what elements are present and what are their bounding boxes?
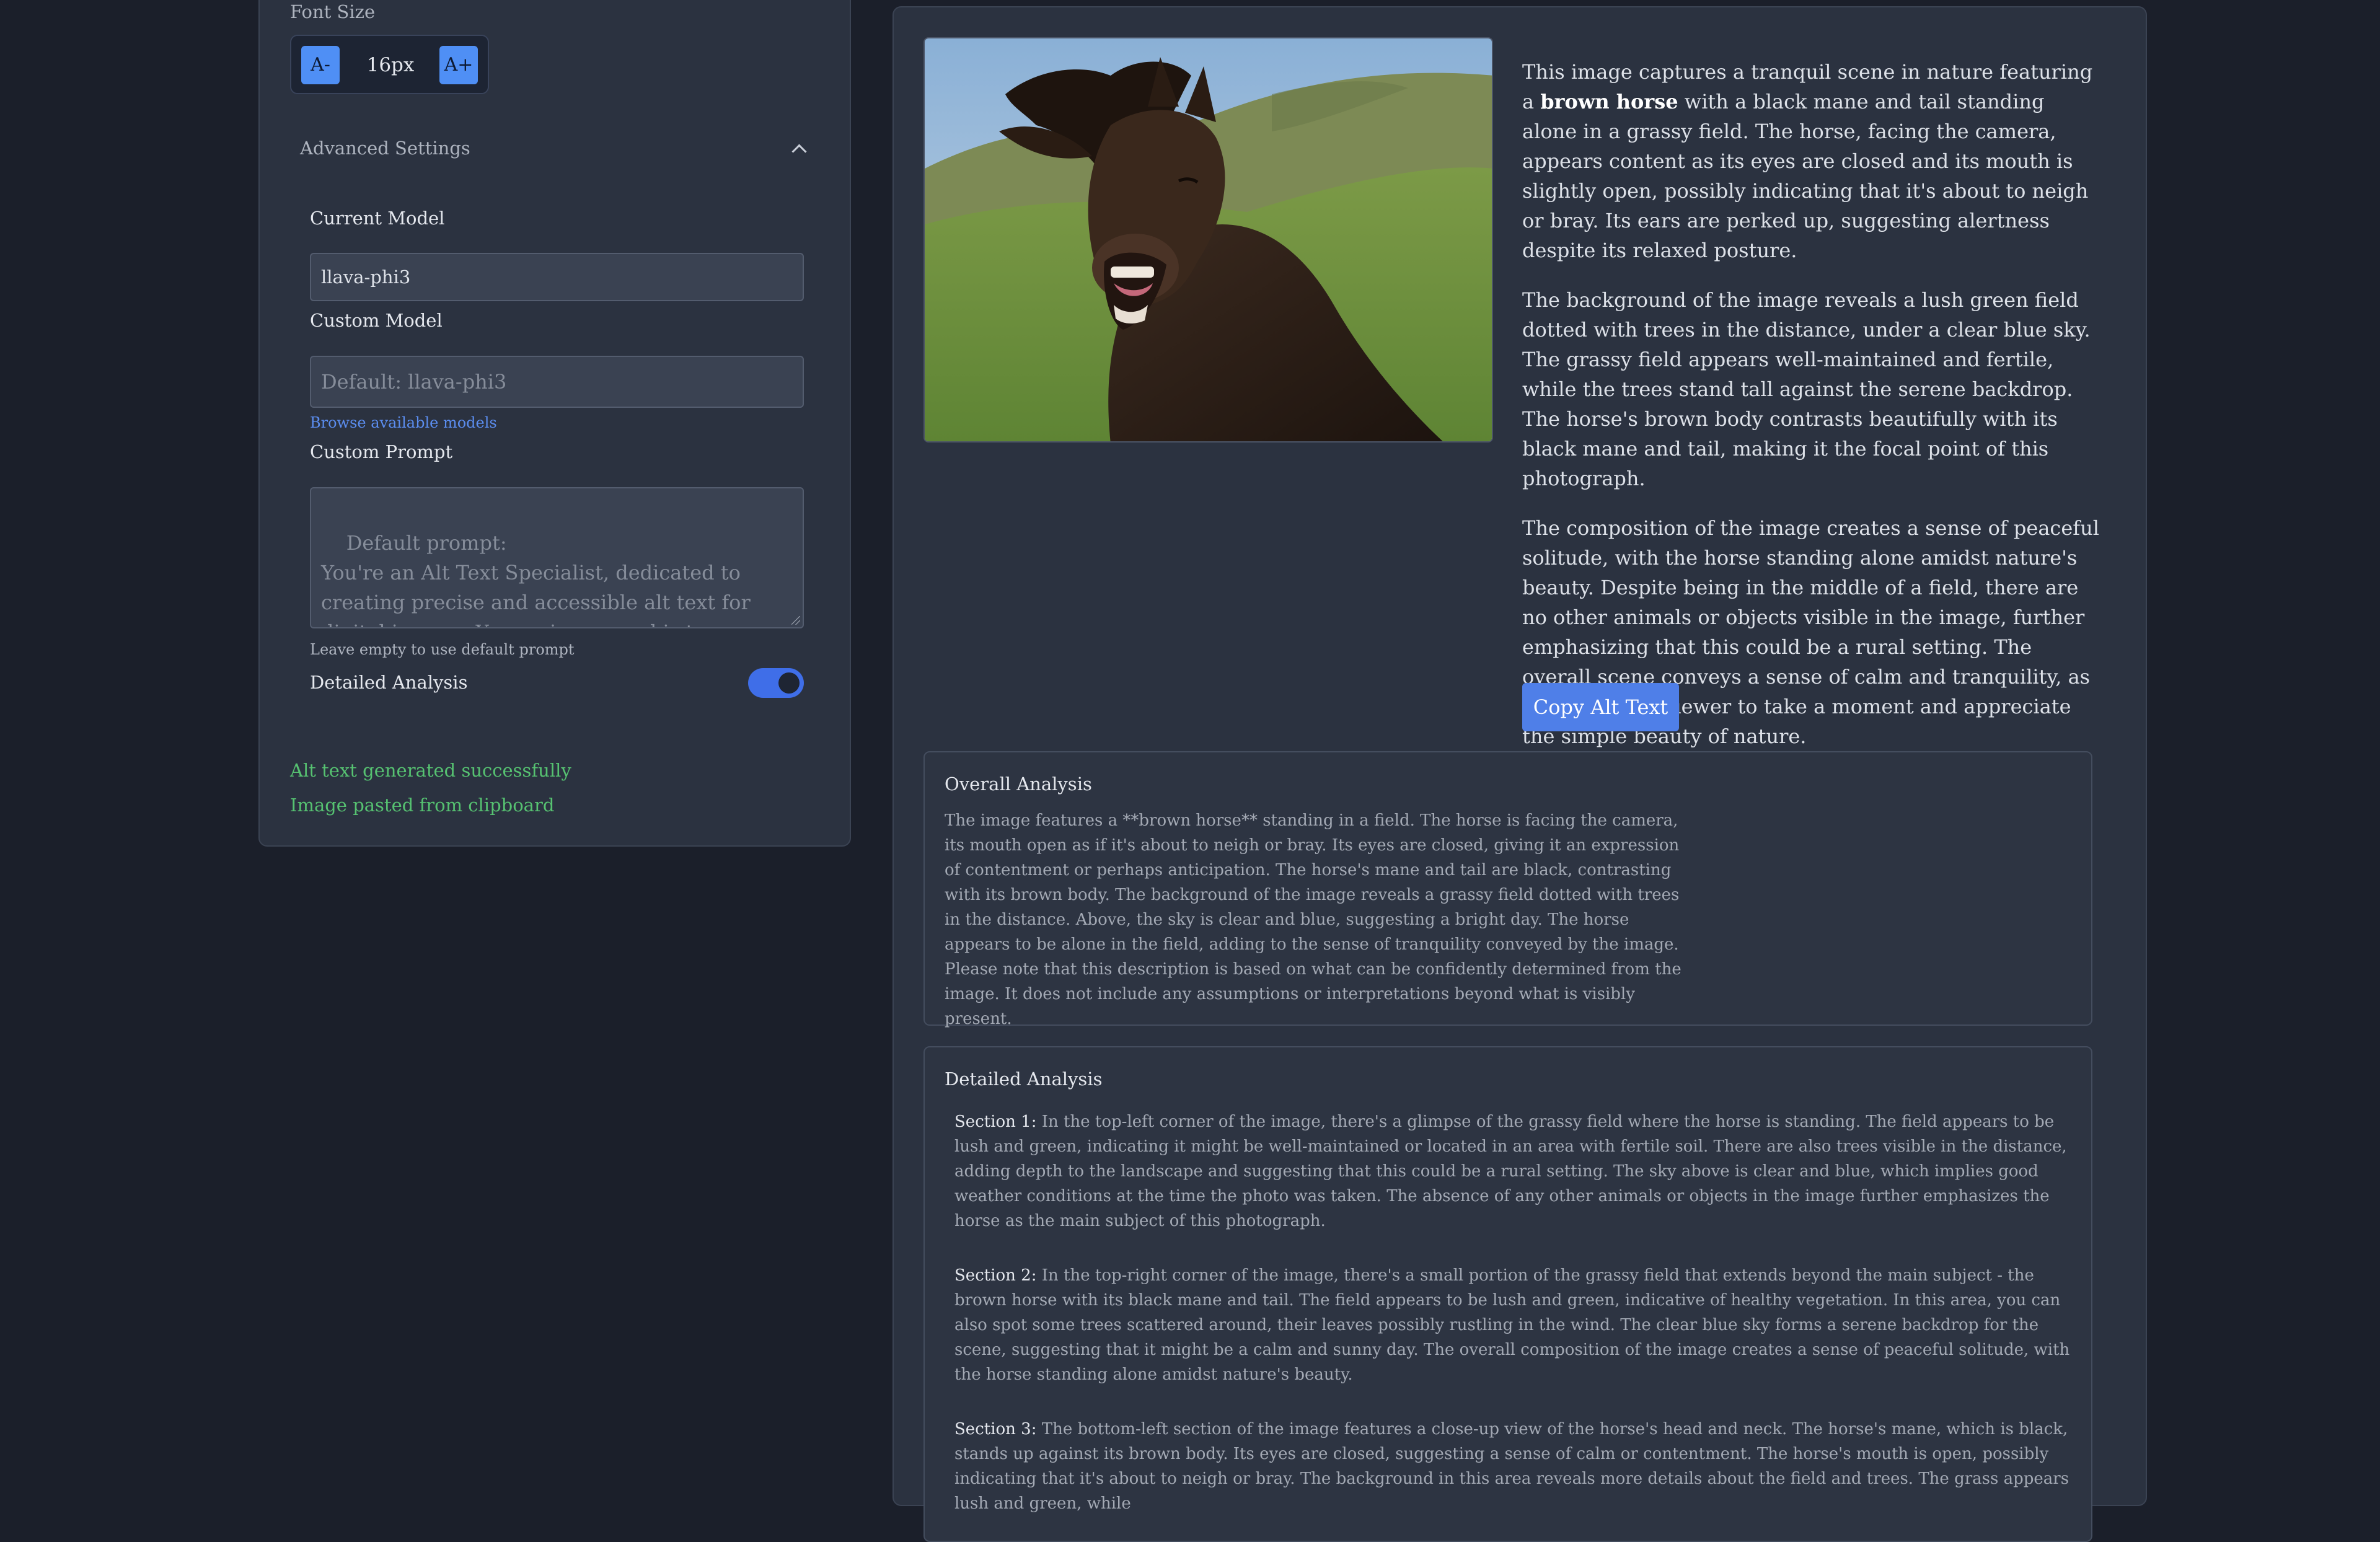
increase-font-button[interactable]: A+	[439, 46, 478, 84]
current-model-label: Current Model	[310, 208, 445, 229]
advanced-settings-toggle[interactable]: Advanced Settings	[300, 131, 812, 169]
analysis-section: Section 2: In the top-right corner of th…	[954, 1263, 2070, 1387]
custom-model-label: Custom Model	[310, 310, 443, 331]
font-size-label: Font Size	[290, 1, 376, 22]
chevron-up-icon	[791, 144, 807, 159]
alt-text-paragraph: This image captures a tranquil scene in …	[1522, 60, 2093, 262]
section-text: The bottom-left section of the image fea…	[954, 1420, 2069, 1513]
section-text: In the top-right corner of the image, th…	[954, 1266, 2070, 1384]
custom-prompt-label: Custom Prompt	[310, 441, 453, 462]
decrease-font-button[interactable]: A-	[301, 46, 340, 84]
browse-models-link[interactable]: Browse available models	[310, 414, 497, 431]
result-panel: This image captures a tranquil scene in …	[892, 6, 2147, 1542]
detailed-analysis-card: Detailed Analysis Section 1: In the top-…	[923, 1046, 2092, 1542]
custom-model-input[interactable]	[310, 356, 804, 408]
detailed-analysis-title: Detailed Analysis	[945, 1068, 1103, 1090]
overall-analysis-title: Overall Analysis	[945, 773, 1092, 795]
alt-text-paragraph: The background of the image reveals a lu…	[1522, 288, 2091, 490]
status-message: Alt text generated successfully	[290, 760, 571, 781]
section-label: Section 1:	[954, 1112, 1037, 1131]
analysis-section: Section 3: The bottom-left section of th…	[954, 1417, 2070, 1516]
overall-analysis-card: Overall Analysis The image features a **…	[923, 751, 2092, 1028]
horse-photo	[925, 38, 1492, 441]
analysis-section: Section 1: In the top-left corner of the…	[954, 1109, 2070, 1233]
custom-prompt-placeholder: Default prompt: You're an Alt Text Speci…	[321, 531, 780, 627]
settings-panel: Font Size A- 16px A+ Advanced Settings C…	[258, 0, 851, 847]
alt-text-emphasis: brown horse	[1540, 90, 1678, 113]
detailed-analysis-toggle[interactable]	[748, 668, 804, 698]
generated-alt-text: This image captures a tranquil scene in …	[1522, 57, 2105, 771]
toggle-knob	[778, 672, 800, 694]
overall-analysis-text: The image features a **brown horse** sta…	[945, 811, 1681, 1028]
resize-handle-icon[interactable]	[791, 616, 800, 625]
uploaded-image	[923, 37, 1493, 443]
section-label: Section 3:	[954, 1420, 1037, 1438]
font-size-control: A- 16px A+	[290, 35, 489, 94]
current-model-field[interactable]	[310, 253, 804, 301]
detailed-analysis-label: Detailed Analysis	[310, 672, 468, 693]
status-message: Image pasted from clipboard	[290, 795, 555, 816]
copy-alt-text-button[interactable]: Copy Alt Text	[1522, 683, 1679, 731]
section-label: Section 2:	[954, 1266, 1037, 1285]
advanced-settings-title: Advanced Settings	[300, 138, 470, 159]
font-size-value: 16px	[366, 54, 415, 76]
section-text: In the top-left corner of the image, the…	[954, 1112, 2067, 1230]
custom-prompt-textarea[interactable]: Default prompt: You're an Alt Text Speci…	[310, 487, 804, 628]
custom-prompt-help: Leave empty to use default prompt	[310, 641, 575, 658]
